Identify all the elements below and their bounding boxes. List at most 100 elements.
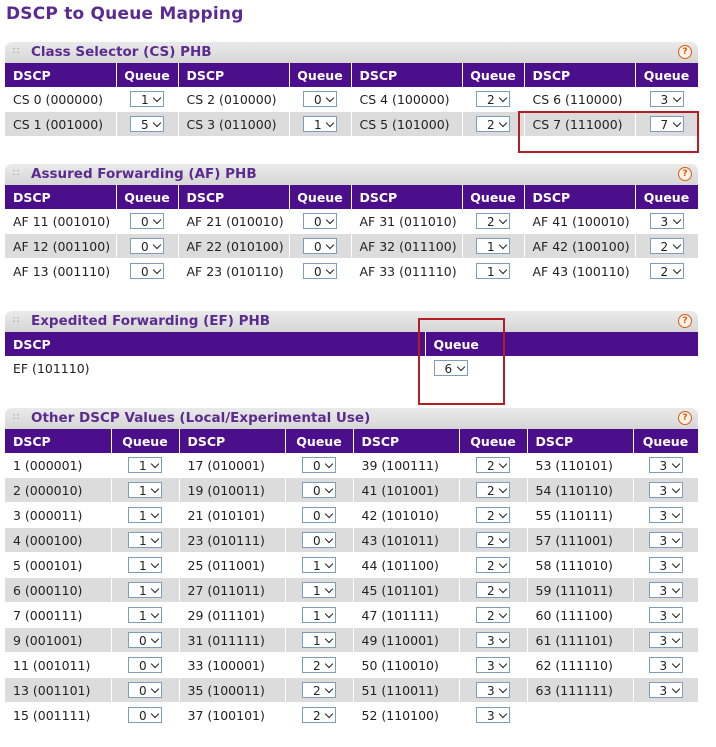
- queue-select[interactable]: 3: [476, 657, 510, 674]
- queue-select[interactable]: 2: [476, 582, 510, 599]
- queue-select[interactable]: 1: [302, 582, 336, 599]
- chevron-down-icon: [672, 216, 681, 225]
- queue-select[interactable]: 3: [648, 607, 683, 624]
- table-row: 3 (000011) 1 21 (010101) 0 42 (101010) 2 55 (1…: [5, 502, 699, 528]
- queue-select[interactable]: 0: [130, 238, 164, 255]
- dscp-cell: 19 (010011): [179, 477, 286, 503]
- queue-select[interactable]: 0: [130, 263, 164, 280]
- queue-select[interactable]: 2: [302, 682, 336, 699]
- queue-select[interactable]: 1: [476, 263, 510, 280]
- queue-cell: 2: [462, 209, 525, 234]
- queue-select[interactable]: 2: [302, 657, 336, 674]
- queue-select[interactable]: 1: [128, 582, 162, 599]
- queue-select[interactable]: 1: [128, 607, 162, 624]
- queue-select[interactable]: 3: [648, 457, 683, 474]
- dscp-cell: 17 (010001): [179, 453, 286, 478]
- queue-select[interactable]: 2: [476, 213, 510, 230]
- queue-select[interactable]: 0: [302, 482, 336, 499]
- queue-select[interactable]: 0: [128, 707, 162, 724]
- queue-cell: 2: [635, 258, 699, 284]
- dscp-cell: 29 (011101): [179, 602, 286, 628]
- dscp-cell: EF (101110): [5, 356, 426, 381]
- queue-select[interactable]: 0: [302, 532, 336, 549]
- chevron-down-icon: [498, 216, 508, 225]
- queue-cell: 0: [111, 677, 180, 703]
- queue-select[interactable]: 2: [476, 532, 510, 549]
- queue-select[interactable]: 1: [130, 91, 164, 108]
- help-icon[interactable]: ?: [678, 411, 692, 425]
- queue-select[interactable]: 3: [648, 532, 683, 549]
- queue-select[interactable]: 0: [303, 91, 337, 108]
- dscp-cell: AF 31 (011010): [351, 209, 463, 234]
- queue-select[interactable]: 2: [649, 263, 684, 280]
- queue-select[interactable]: 1: [302, 632, 336, 649]
- queue-select[interactable]: 3: [648, 657, 683, 674]
- table-header-row: DSCP Queue DSCP Queue DSCP Queue DSCP Queue: [5, 429, 699, 453]
- queue-select[interactable]: 0: [128, 657, 162, 674]
- queue-select[interactable]: 2: [476, 507, 510, 524]
- dscp-cell: AF 11 (001010): [5, 209, 117, 234]
- queue-select[interactable]: 3: [648, 507, 683, 524]
- queue-select[interactable]: 1: [476, 238, 510, 255]
- queue-select[interactable]: 0: [302, 507, 336, 524]
- queue-select[interactable]: 3: [649, 91, 684, 108]
- queue-select[interactable]: 2: [476, 607, 510, 624]
- queue-select[interactable]: 3: [648, 557, 683, 574]
- queue-cell: 3: [633, 677, 699, 703]
- queue-select[interactable]: 0: [128, 632, 162, 649]
- queue-cell: 3: [635, 209, 699, 234]
- queue-cell: 1: [285, 577, 354, 603]
- queue-select[interactable]: 1: [302, 557, 336, 574]
- table-row: AF 12 (001100) 0 AF 22 (010100) 0 AF 32 (011…: [5, 233, 699, 259]
- chevron-down-icon: [324, 460, 334, 469]
- chevron-down-icon: [325, 94, 335, 103]
- queue-select[interactable]: 2: [476, 116, 510, 133]
- queue-select[interactable]: 1: [302, 607, 336, 624]
- dscp-cell: 7 (000111): [5, 602, 112, 628]
- dscp-cell: 13 (001101): [5, 677, 112, 703]
- chevron-down-icon: [150, 560, 160, 569]
- help-icon[interactable]: ?: [678, 45, 692, 59]
- queue-select[interactable]: 0: [303, 263, 337, 280]
- dscp-header: DSCP: [5, 63, 117, 87]
- dscp-cell: 11 (001011): [5, 652, 112, 678]
- queue-select[interactable]: 3: [648, 582, 683, 599]
- queue-select[interactable]: 2: [476, 557, 510, 574]
- queue-select[interactable]: 3: [476, 682, 510, 699]
- chevron-down-icon: [498, 610, 508, 619]
- chevron-down-icon: [671, 685, 680, 694]
- dscp-header: DSCP: [351, 63, 463, 87]
- help-icon[interactable]: ?: [678, 314, 692, 328]
- queue-select[interactable]: 1: [128, 532, 162, 549]
- queue-select[interactable]: 1: [303, 116, 337, 133]
- queue-select[interactable]: 3: [476, 632, 510, 649]
- queue-select[interactable]: 1: [128, 557, 162, 574]
- queue-select[interactable]: 3: [648, 682, 683, 699]
- queue-select[interactable]: 2: [476, 482, 510, 499]
- queue-select[interactable]: 2: [476, 457, 510, 474]
- queue-select[interactable]: 5: [130, 116, 164, 133]
- queue-select[interactable]: 2: [302, 707, 336, 724]
- queue-select[interactable]: 2: [649, 238, 684, 255]
- queue-select[interactable]: 3: [648, 632, 683, 649]
- queue-cell: 5: [116, 111, 179, 137]
- queue-select[interactable]: 2: [476, 91, 510, 108]
- dscp-cell: AF 43 (100110): [524, 258, 636, 284]
- chevron-down-icon: [672, 241, 681, 250]
- queue-select[interactable]: 0: [130, 213, 164, 230]
- queue-select[interactable]: 1: [128, 482, 162, 499]
- queue-select[interactable]: 3: [648, 482, 683, 499]
- dscp-cell: CS 0 (000000): [5, 87, 117, 112]
- queue-select[interactable]: 1: [128, 457, 162, 474]
- dscp-cell: 47 (101111): [353, 602, 460, 628]
- queue-select[interactable]: 0: [303, 213, 337, 230]
- queue-select[interactable]: 1: [128, 507, 162, 524]
- queue-select[interactable]: 0: [303, 238, 337, 255]
- help-icon[interactable]: ?: [678, 167, 692, 181]
- queue-select[interactable]: 0: [128, 682, 162, 699]
- queue-select[interactable]: 0: [302, 457, 336, 474]
- queue-select[interactable]: 3: [476, 707, 510, 724]
- table-row: CS 0 (000000) 1 CS 2 (010000) 0 CS 4 (100000…: [5, 87, 699, 112]
- queue-cell: 1: [111, 577, 180, 603]
- queue-select[interactable]: 3: [649, 213, 684, 230]
